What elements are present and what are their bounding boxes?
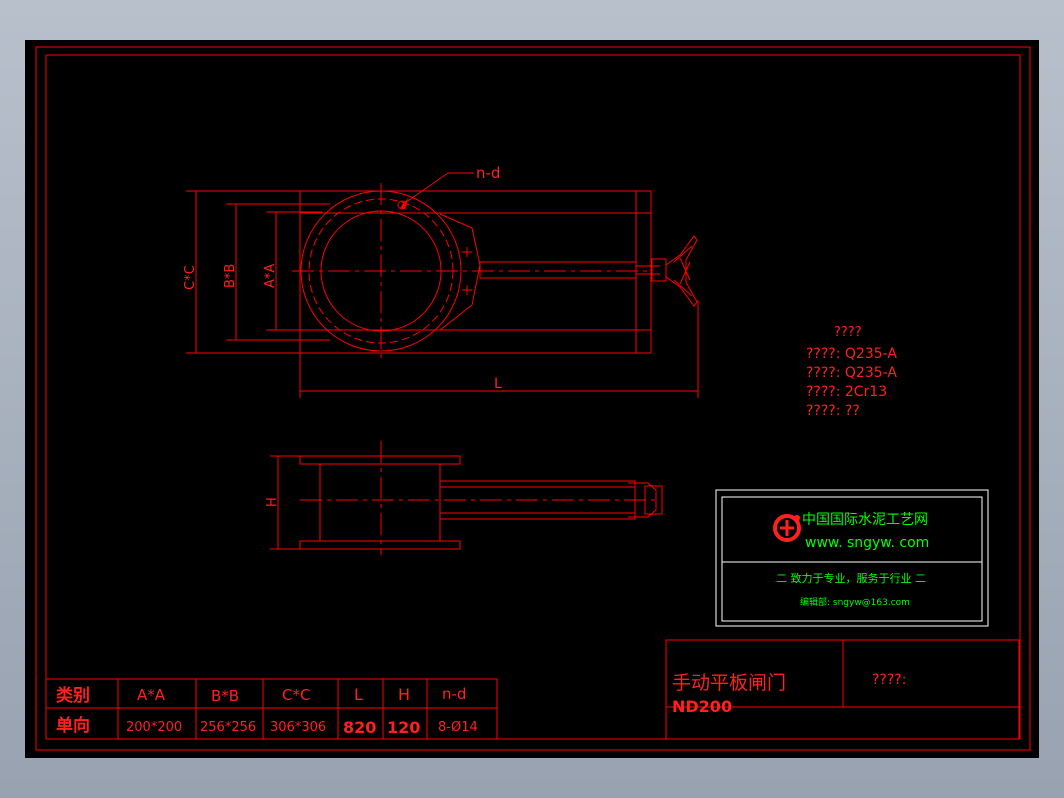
materials-line-3: ????: 2Cr13	[806, 384, 887, 400]
cell-cc: 306*306	[270, 720, 326, 735]
spec-table: 类别 A*A B*B C*C L H n-d 单向 200*200 256*25…	[45, 678, 498, 740]
header-l: L	[354, 685, 363, 704]
side-view: H	[265, 441, 663, 555]
dim-cc-label: C*C	[183, 265, 198, 290]
front-view: n-d	[292, 164, 698, 360]
product-name: 手动平板闸门	[672, 672, 786, 694]
dim-bb-label: B*B	[223, 264, 238, 288]
dim-aa-label: A*A	[263, 264, 278, 288]
materials-title: ????	[834, 325, 862, 340]
header-nd: n-d	[442, 685, 466, 703]
front-dimensions: C*C B*B A*A L	[183, 190, 699, 398]
cad-viewport[interactable]: n-d C*C B*B A*A L H ???? ????: Q235-A ??…	[25, 40, 1039, 758]
materials-notes: ???? ????: Q235-A ????: Q235-A ????: 2Cr…	[806, 325, 897, 419]
nd-label: n-d	[476, 164, 500, 182]
materials-line-2: ????: Q235-A	[806, 365, 897, 381]
title-note: ????:	[872, 672, 906, 688]
product-model: ND200	[672, 697, 732, 716]
header-bb: B*B	[211, 687, 239, 705]
logo-block: 中国国际水泥工艺网 www. sngyw. com 二 致力于专业，服务于行业 …	[715, 489, 989, 627]
logo-site-name: 中国国际水泥工艺网	[802, 512, 928, 528]
cad-drawing: n-d C*C B*B A*A L H ???? ????: Q235-A ??…	[35, 46, 1031, 751]
dim-h-label: H	[265, 497, 280, 507]
materials-line-4: ????: ??	[806, 403, 860, 419]
dim-l-label: L	[494, 376, 502, 392]
title-block: 手动平板闸门 ND200 ????:	[665, 639, 1020, 740]
header-category: 类别	[56, 685, 90, 706]
header-aa: A*A	[137, 686, 166, 704]
materials-line-1: ????: Q235-A	[806, 346, 897, 362]
cell-h: 120	[387, 718, 420, 737]
cell-l: 820	[343, 718, 376, 737]
cell-aa: 200*200	[126, 720, 182, 735]
cell-bb: 256*256	[200, 720, 256, 735]
logo-url: www. sngyw. com	[805, 535, 929, 551]
logo-mark-icon	[773, 514, 801, 542]
header-h: H	[398, 685, 410, 704]
logo-email: 编辑部: sngyw@163.com	[800, 596, 910, 608]
logo-slogan: 二 致力于专业，服务于行业 二	[776, 571, 926, 585]
header-cc: C*C	[282, 686, 310, 704]
cell-category: 单向	[56, 715, 90, 736]
cell-nd: 8-Ø14	[438, 720, 478, 735]
